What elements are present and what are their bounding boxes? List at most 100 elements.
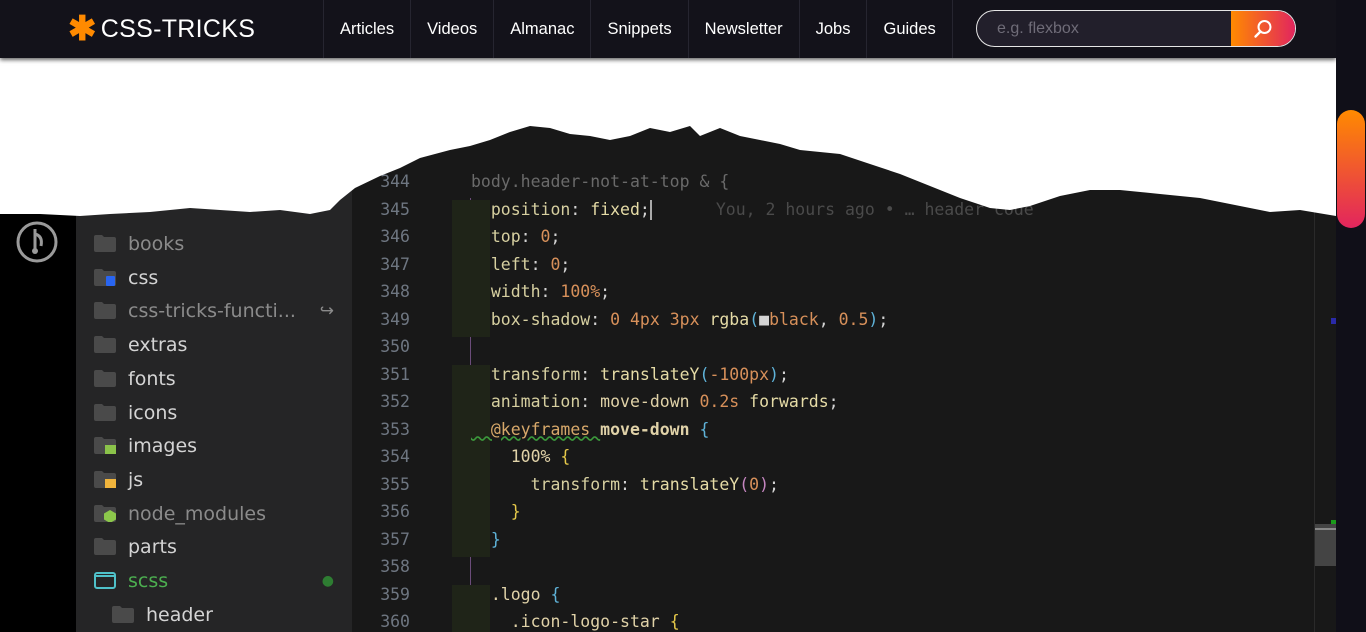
code-token: { [669, 612, 680, 631]
folder-label: css [128, 266, 159, 289]
folder-fonts[interactable]: fonts [76, 364, 352, 394]
code-token: ; [560, 254, 571, 274]
code-token: ( [699, 364, 710, 384]
modified-dot-icon: ● [321, 573, 334, 589]
folder-parts[interactable]: parts [76, 532, 352, 562]
folder-label: fonts [128, 367, 176, 390]
code-token: : [580, 364, 601, 384]
ruler-slider[interactable] [1315, 524, 1336, 566]
code-line[interactable]: transform: translateY(-100px); [471, 365, 789, 384]
folder-extras[interactable]: extras [76, 330, 352, 360]
logo-text: CSS-TRICKS [100, 14, 256, 43]
folder-label: images [128, 435, 198, 458]
code-line[interactable]: width: 100%; [471, 282, 610, 301]
line-number: 356 [380, 502, 410, 521]
folder-js-icon [94, 470, 116, 488]
scrollbar-thumb[interactable] [1337, 110, 1365, 228]
folder-css-tricks-functi[interactable]: css-tricks-functi... ↪ [76, 296, 352, 326]
line-number: 355 [380, 474, 410, 494]
folder-scss[interactable]: scss ● [76, 566, 352, 596]
code-token: 0 4px 3px [610, 309, 710, 329]
line-number: 354 [380, 447, 410, 466]
code-token: black [769, 309, 819, 329]
line-number: 347 [380, 254, 410, 274]
code-line[interactable]: .icon-logo-star { [471, 612, 680, 631]
nav-jobs[interactable]: Jobs [798, 0, 867, 58]
code-token: ; [878, 309, 889, 329]
folder-images[interactable]: images [76, 431, 352, 461]
nav-snippets[interactable]: Snippets [590, 0, 687, 58]
code-token: box-shadow [471, 309, 591, 329]
code-token: transform [471, 364, 581, 384]
code-token: width [471, 282, 541, 301]
folder-label: node_modules [128, 502, 267, 525]
folder-icon [112, 605, 134, 623]
folder-css[interactable]: css [76, 263, 352, 293]
code-token: } [471, 502, 521, 521]
search-form [976, 10, 1296, 47]
line-number: 348 [380, 282, 410, 301]
logo[interactable]: ✱ CSS-TRICKS [68, 12, 255, 46]
folder-icon [94, 403, 116, 421]
folder-node_modules[interactable]: node_modules [76, 499, 352, 529]
code-token: 0 [749, 474, 760, 494]
folder-label: js [128, 468, 144, 491]
code-line[interactable]: box-shadow: 0 4px 3px rgba(■black, 0.5); [471, 310, 888, 329]
folder-js[interactable]: js [76, 465, 352, 495]
folder-label: header [146, 603, 213, 626]
folder-node-icon [94, 504, 116, 523]
line-number: 352 [380, 392, 410, 411]
ruler-position [1315, 528, 1336, 530]
code-line[interactable]: @keyframes move-down { [471, 419, 710, 439]
folder-label: scss [128, 570, 169, 592]
search-button[interactable] [1231, 11, 1295, 46]
search-input[interactable] [977, 11, 1231, 46]
code-token: move-down [600, 419, 700, 439]
code-token: 100% [560, 282, 601, 301]
code-token: forwards [749, 392, 829, 411]
code-token: .logo [471, 584, 551, 604]
code-token: } [471, 529, 501, 549]
line-number: 357 [380, 529, 410, 549]
code-token: { [560, 447, 571, 466]
nav-videos[interactable]: Videos [410, 0, 493, 58]
nav-guides[interactable]: Guides [866, 0, 953, 58]
code-token: transform [471, 474, 621, 494]
code-token: translateY [600, 364, 700, 384]
folder-icons[interactable]: icons [76, 398, 352, 428]
line-number: 351 [380, 364, 410, 384]
nav-articles[interactable]: Articles [323, 0, 410, 58]
line-number: 360 [380, 612, 410, 631]
code-token: ■ [759, 309, 770, 329]
folder-icon [94, 336, 116, 354]
main-nav: Articles Videos Almanac Snippets Newsletter J… [323, 0, 953, 58]
code-token: 0 [550, 254, 561, 274]
nav-almanac[interactable]: Almanac [493, 0, 590, 58]
code-token: ; [769, 474, 779, 494]
logo-star-icon: ✱ [68, 10, 97, 48]
line-number: 353 [380, 419, 410, 439]
nav-newsletter[interactable]: Newsletter [687, 0, 799, 58]
code-line[interactable]: transform: translateY(0); [471, 475, 779, 494]
folder-label: icons [128, 401, 178, 424]
code-token: move-down [600, 392, 700, 411]
code-line[interactable]: .logo { [471, 584, 561, 604]
code-token: : [580, 392, 601, 411]
folder-label: parts [128, 536, 177, 559]
code-token: : [530, 254, 551, 274]
code-token: : [590, 309, 611, 329]
folder-header[interactable]: header [76, 600, 352, 630]
code-line[interactable]: 100% { [471, 447, 571, 466]
code-token: @keyframes [471, 419, 601, 439]
code-line[interactable]: } [471, 530, 501, 549]
code-token: ; [778, 364, 789, 384]
code-line[interactable]: left: 0; [471, 254, 571, 274]
code-token: .icon-logo-star [471, 612, 670, 631]
code-line[interactable]: animation: move-down 0.2s forwards; [471, 392, 839, 411]
folder-images-icon [94, 437, 116, 455]
code-token: left [471, 254, 531, 274]
page-scrollbar[interactable] [1336, 0, 1366, 632]
code-line[interactable]: } [471, 502, 521, 521]
folder-icon [94, 369, 116, 387]
folder-icon [94, 302, 116, 320]
